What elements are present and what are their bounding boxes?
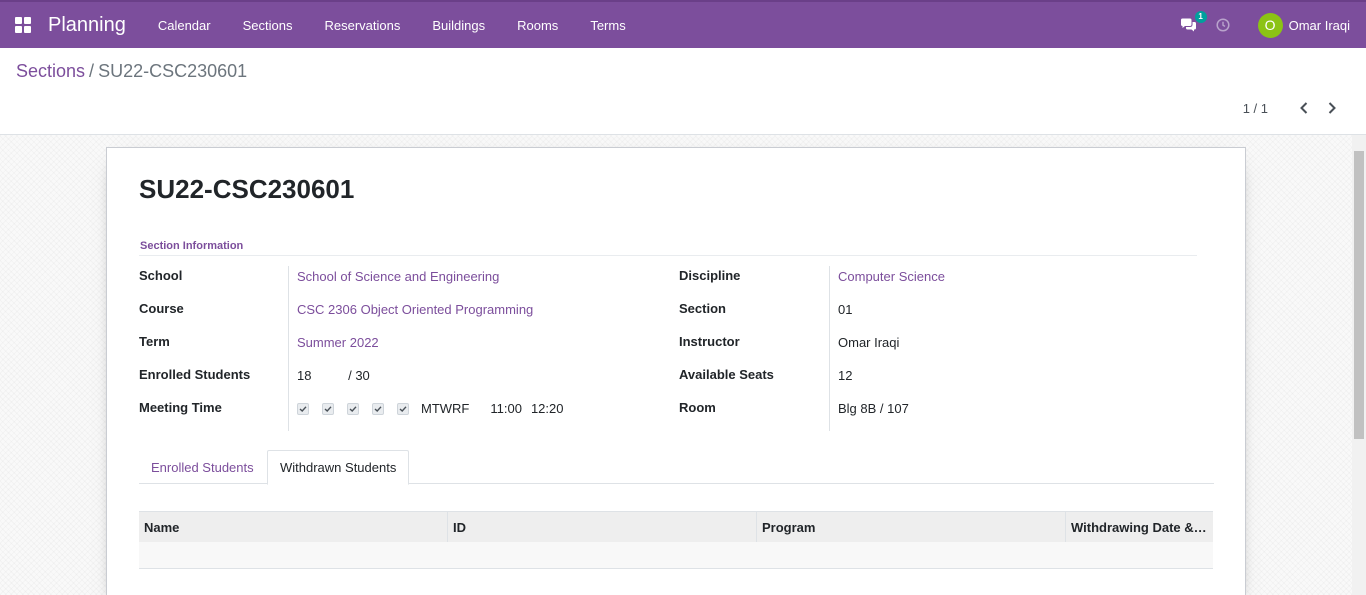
column-header-id[interactable]: ID xyxy=(448,512,757,542)
meeting-time-value: MTWRF 11:00 12:20 xyxy=(297,401,564,416)
pager-next-button[interactable] xyxy=(1318,98,1346,118)
field-label: Discipline xyxy=(679,268,741,283)
pager-previous-button[interactable] xyxy=(1290,98,1318,118)
day-checkbox[interactable] xyxy=(372,402,384,415)
enrolled-count: 18 xyxy=(297,368,312,383)
menu-item-calendar[interactable]: Calendar xyxy=(142,2,227,48)
left-column-divider xyxy=(288,266,289,431)
field-label: Course xyxy=(139,301,184,316)
section-value: 01 xyxy=(838,302,853,317)
section-information-heading: Section Information xyxy=(140,240,244,252)
course-link[interactable]: CSC 2306 Object Oriented Programming xyxy=(297,302,533,317)
field-label: Instructor xyxy=(679,334,740,349)
menu-item-sections[interactable]: Sections xyxy=(227,2,309,48)
menu-item-reservations[interactable]: Reservations xyxy=(308,2,416,48)
record-title: SU22-CSC230601 xyxy=(139,174,355,204)
day-checkbox[interactable] xyxy=(297,402,309,415)
field-label: Enrolled Students xyxy=(139,367,251,382)
field-label: Room xyxy=(679,400,716,415)
activities-button[interactable] xyxy=(1208,10,1238,40)
term-link[interactable]: Summer 2022 xyxy=(297,335,379,350)
breadcrumb-sections-link[interactable]: Sections xyxy=(16,61,85,82)
top-navbar: Planning Calendar Sections Reservations … xyxy=(0,0,1366,48)
meeting-end-time: 12:20 xyxy=(530,401,564,416)
instructor-value: Omar Iraqi xyxy=(838,335,900,350)
capacity-value: / 30 xyxy=(348,368,370,383)
messages-button[interactable]: 1 xyxy=(1174,10,1207,40)
withdrawn-students-table: Name ID Program Withdrawing Date &… xyxy=(139,511,1213,569)
field-label: School xyxy=(139,268,183,283)
tab-withdrawn-students[interactable]: Withdrawn Students xyxy=(267,450,410,485)
table-empty-row xyxy=(139,542,1213,569)
field-label: Term xyxy=(139,334,170,349)
apps-menu-icon[interactable] xyxy=(0,2,46,48)
scrollbar-thumb[interactable] xyxy=(1354,151,1364,439)
app-name[interactable]: Planning xyxy=(48,14,126,37)
control-panel: Sections / SU22-CSC230601 1 / 1 xyxy=(0,48,1366,135)
main-menu: Calendar Sections Reservations Buildings… xyxy=(142,2,642,48)
menu-item-terms[interactable]: Terms xyxy=(574,2,641,48)
meeting-start-time: 11:00 xyxy=(490,401,522,416)
avatar[interactable]: O xyxy=(1257,12,1283,38)
menu-item-buildings[interactable]: Buildings xyxy=(416,2,501,48)
day-checkbox[interactable] xyxy=(322,402,334,415)
messages-count-badge: 1 xyxy=(1194,11,1207,23)
enrolled-count-value: 18 / 30 xyxy=(297,368,370,383)
field-label: Meeting Time xyxy=(139,400,222,415)
column-header-program[interactable]: Program xyxy=(757,512,1066,542)
form-sheet: SU22-CSC230601 Section Information Schoo… xyxy=(106,147,1246,595)
clock-icon xyxy=(1216,18,1230,32)
right-column-divider xyxy=(829,266,830,431)
available-seats-value: 12 xyxy=(838,368,853,383)
discipline-link[interactable]: Computer Science xyxy=(838,269,945,284)
menu-item-rooms[interactable]: Rooms xyxy=(501,2,574,48)
tab-enrolled-students[interactable]: Enrolled Students xyxy=(139,450,266,484)
breadcrumb-current: SU22-CSC230601 xyxy=(98,61,248,81)
table-header: Name ID Program Withdrawing Date &… xyxy=(139,511,1213,542)
meeting-days: MTWRF xyxy=(421,401,470,416)
pager: 1 / 1 xyxy=(1243,98,1346,118)
day-checkbox[interactable] xyxy=(397,402,409,415)
notebook-tabs: Enrolled Students Withdrawn Students xyxy=(139,450,1214,485)
breadcrumb-separator: / xyxy=(89,61,95,81)
pager-value[interactable]: 1 / 1 xyxy=(1243,101,1268,116)
field-label: Section xyxy=(679,301,726,316)
group-separator xyxy=(139,255,1197,256)
day-checkbox[interactable] xyxy=(347,402,359,415)
column-header-withdrawing-date[interactable]: Withdrawing Date &… xyxy=(1066,512,1213,542)
breadcrumb: Sections / SU22-CSC230601 xyxy=(16,61,247,82)
chevron-right-icon xyxy=(1328,102,1336,114)
chevron-left-icon xyxy=(1300,102,1308,114)
column-header-name[interactable]: Name xyxy=(139,512,448,542)
room-value: Blg 8B / 107 xyxy=(838,401,909,416)
user-menu[interactable]: Omar Iraqi xyxy=(1289,18,1350,33)
field-label: Available Seats xyxy=(679,367,774,382)
chat-bubbles-icon xyxy=(1181,18,1197,31)
school-link[interactable]: School of Science and Engineering xyxy=(297,269,499,284)
vertical-scrollbar[interactable] xyxy=(1352,135,1366,595)
